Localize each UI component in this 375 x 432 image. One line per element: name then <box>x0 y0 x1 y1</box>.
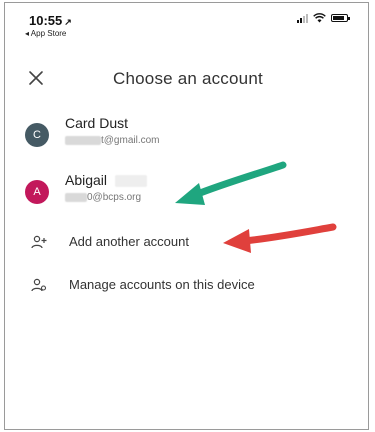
signal-icon <box>297 13 308 23</box>
manage-accounts-icon <box>31 278 47 292</box>
red-arrow-annotation <box>223 223 337 253</box>
status-time: 10:55 ↗ <box>29 13 72 28</box>
account-email: 0@bcps.org <box>65 192 141 203</box>
action-label: Add another account <box>69 234 189 249</box>
phone-screen: 10:55 ↗ ◂ App Store Choose an account C C… <box>4 2 369 430</box>
redacted-text <box>65 135 101 145</box>
green-arrow-annotation <box>175 161 287 205</box>
redacted-text <box>114 175 147 188</box>
back-to-app-store[interactable]: ◂ App Store <box>25 29 66 38</box>
account-email-suffix: 0@bcps.org <box>87 192 142 203</box>
account-name: Abigail <box>65 172 147 188</box>
manage-accounts-button[interactable]: Manage accounts on this device <box>25 275 345 297</box>
battery-icon <box>331 14 350 22</box>
account-name: Card Dust <box>65 115 129 131</box>
close-icon[interactable] <box>27 69 45 87</box>
redacted-text <box>65 192 87 202</box>
add-person-icon <box>31 235 47 249</box>
avatar: C <box>25 123 49 147</box>
wifi-icon <box>313 13 326 23</box>
location-icon: ↗ <box>64 17 72 27</box>
status-time-text: 10:55 <box>29 13 63 28</box>
account-email: t@gmail.com <box>65 135 160 146</box>
page-title: Choose an account <box>113 69 263 88</box>
avatar: A <box>25 180 49 204</box>
status-icons <box>297 13 350 23</box>
action-label: Manage accounts on this device <box>69 277 255 292</box>
account-name-text: Abigail <box>65 172 108 188</box>
account-email-suffix: t@gmail.com <box>101 135 160 146</box>
